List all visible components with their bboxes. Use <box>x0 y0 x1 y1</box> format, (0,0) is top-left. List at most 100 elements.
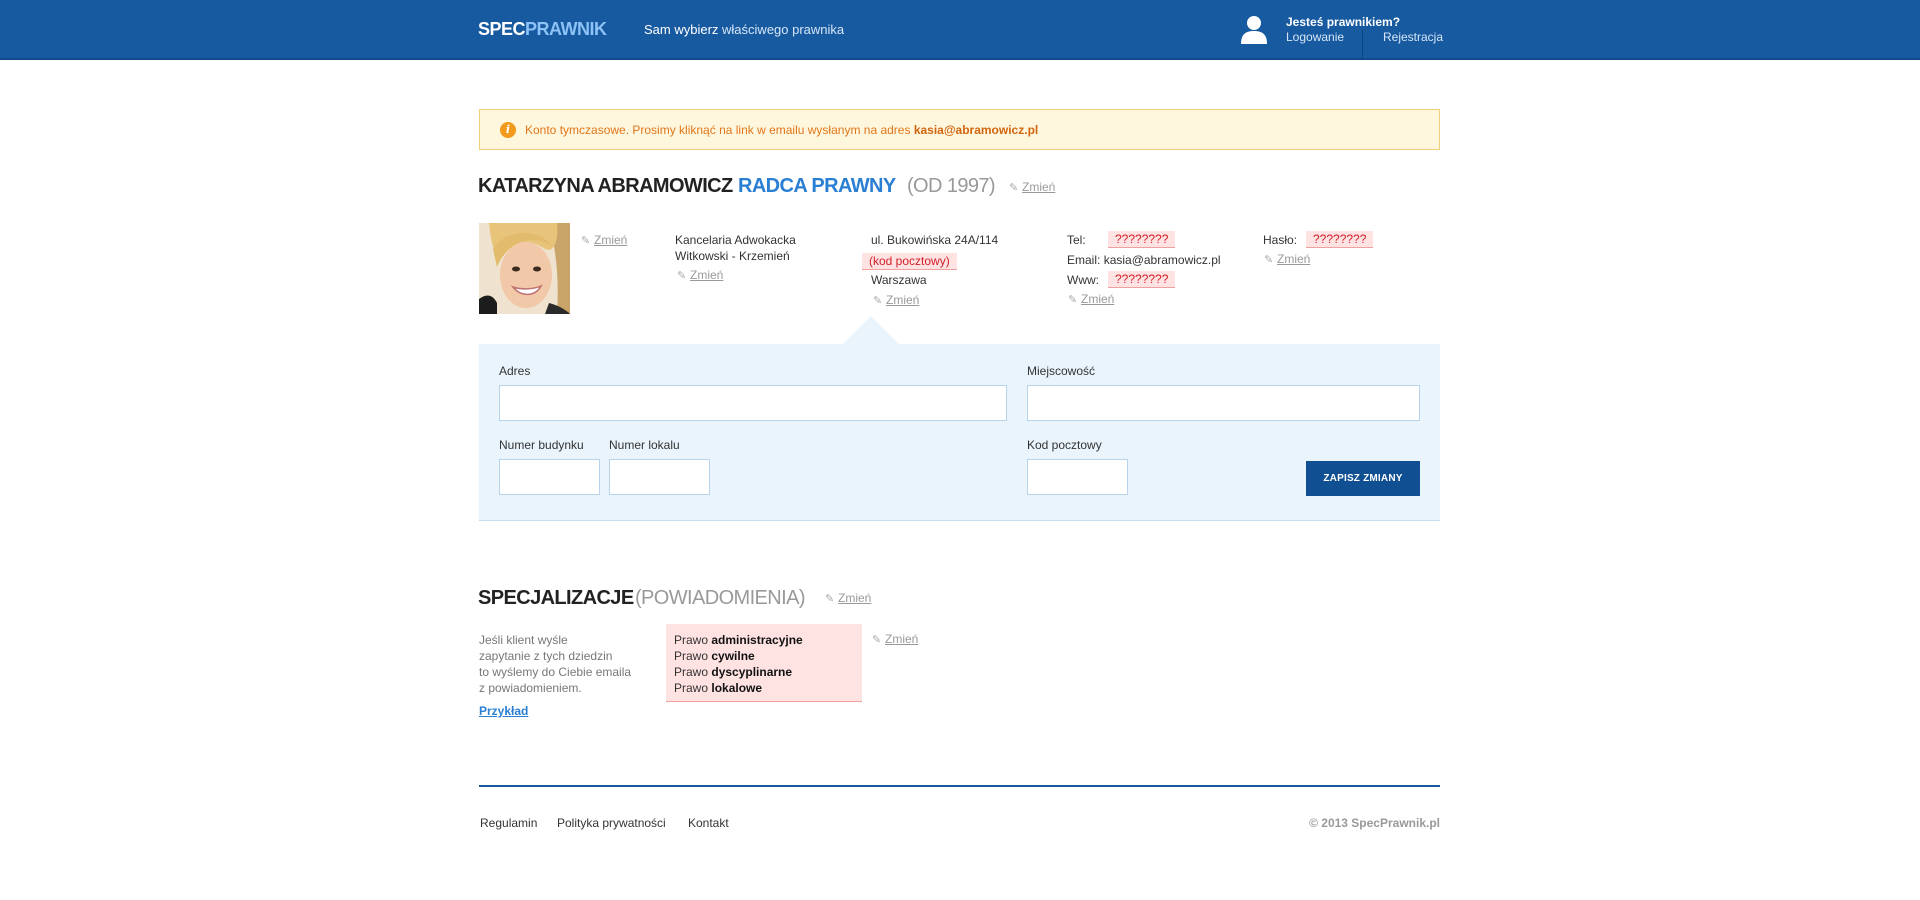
edit-specializations-link[interactable]: ✎ Zmień <box>872 632 918 646</box>
copyright: © 2013 SpecPrawnik.pl <box>1309 816 1440 830</box>
save-changes-button[interactable]: ZAPISZ ZMIANY <box>1306 461 1420 496</box>
unit-number-input[interactable] <box>609 459 710 495</box>
specializations-title: SPECJALIZACJE <box>478 587 634 609</box>
unit-number-label: Numer lokalu <box>609 438 680 452</box>
description-line-4: z powiadomieniem. <box>479 681 582 695</box>
logo-text-spec: SPEC <box>478 19 526 39</box>
contact-link[interactable]: Kontakt <box>688 816 729 830</box>
edit-profile-title-link[interactable]: ✎ Zmień <box>1009 180 1055 194</box>
list-item: Prawo cywilne <box>674 648 854 664</box>
logo[interactable]: SPECPRAWNIK <box>478 19 607 40</box>
street-address: ul. Bukowińska 24A/114 <box>871 233 999 247</box>
pencil-icon: ✎ <box>1068 294 1078 306</box>
alert-text: Konto tymczasowe. Prosimy kliknąć na lin… <box>525 123 914 137</box>
edit-label: Zmień <box>594 233 628 247</box>
address-label: Adres <box>499 364 531 378</box>
postal-code-label: Kod pocztowy <box>1027 438 1102 452</box>
tel-value: ???????? <box>1108 231 1176 248</box>
missing-www-badge: ???????? <box>1108 271 1176 288</box>
specialization-name: lokalowe <box>711 681 763 695</box>
office-line-2: Witkowski - Krzemień <box>675 249 790 263</box>
tagline: Sam wybierz właściwego prawnika <box>644 22 844 37</box>
postal-code-missing: (kod pocztowy) <box>862 253 957 270</box>
profile-role: RADCA PRAWNY <box>738 175 896 197</box>
terms-link[interactable]: Regulamin <box>480 816 537 830</box>
edit-label: Zmień <box>886 293 920 307</box>
edit-photo-link[interactable]: ✎ Zmień <box>581 233 627 247</box>
panel-pointer-arrow <box>843 316 899 344</box>
edit-address-link[interactable]: ✎ Zmień <box>873 293 919 307</box>
profile-name: KATARZYNA ABRAMOWICZ <box>478 175 733 197</box>
edit-contact-link[interactable]: ✎ Zmień <box>1068 292 1114 306</box>
profile-photo <box>479 223 570 314</box>
edit-label: Zmień <box>690 268 724 282</box>
pencil-icon: ✎ <box>825 593 835 605</box>
user-icon <box>1241 16 1267 44</box>
top-navigation-bar: SPECPRAWNIK Sam wybierz właściwego prawn… <box>0 0 1920 60</box>
privacy-policy-link[interactable]: Polityka prywatności <box>557 816 666 830</box>
pencil-icon: ✎ <box>1009 182 1019 194</box>
password-label: Hasło: <box>1263 233 1298 247</box>
pencil-icon: ✎ <box>677 270 687 282</box>
edit-label: Zmień <box>1081 292 1115 306</box>
logo-text-prawnik: PRAWNIK <box>525 19 607 39</box>
specializations-subtitle: (POWIADOMIENIA) <box>635 587 805 609</box>
footer-divider <box>479 785 1440 787</box>
law-prefix: Prawo <box>674 665 712 679</box>
specialization-name: administracyjne <box>711 633 803 647</box>
missing-postal-badge: (kod pocztowy) <box>862 253 957 270</box>
email-value: kasia@abramowicz.pl <box>1103 253 1221 267</box>
city: Warszawa <box>871 273 927 287</box>
address-edit-panel: Adres Miejscowość Numer budynku Numer lo… <box>479 344 1440 521</box>
alert-email: kasia@abramowicz.pl <box>913 123 1039 137</box>
tagline-bold: Sam wybierz <box>644 22 719 37</box>
office-name: Kancelaria Adwokacka Witkowski - Krzemie… <box>675 232 796 264</box>
temporary-account-alert: i Konto tymczasowe. Prosimy kliknąć na l… <box>479 109 1440 150</box>
list-item: Prawo dyscyplinarne <box>674 664 854 680</box>
edit-password-link[interactable]: ✎ Zmień <box>1264 252 1310 266</box>
law-prefix: Prawo <box>674 681 712 695</box>
list-item: Prawo administracyjne <box>674 632 854 648</box>
law-prefix: Prawo <box>674 633 712 647</box>
profile-since: (OD 1997) <box>907 175 996 197</box>
address-input[interactable] <box>499 385 1007 421</box>
portrait-image <box>479 223 570 314</box>
example-link[interactable]: Przykład <box>479 704 528 718</box>
specialization-name: dyscyplinarne <box>711 665 793 679</box>
specializations-list: Prawo administracyjne Prawo cywilne Praw… <box>666 624 862 702</box>
register-link[interactable]: Rejestracja <box>1383 30 1443 44</box>
pencil-icon: ✎ <box>581 235 591 247</box>
lawyer-question: Jesteś prawnikiem? <box>1286 15 1401 29</box>
edit-label: Zmień <box>1022 180 1056 194</box>
alert-message: Konto tymczasowe. Prosimy kliknąć na lin… <box>525 123 1038 137</box>
description-line-2: zapytanie z tych dziedzin <box>479 649 613 663</box>
postal-code-input[interactable] <box>1027 459 1128 495</box>
www-label: Www: <box>1067 273 1099 287</box>
description-line-1: Jeśli klient wyśle <box>479 633 568 647</box>
edit-label: Zmień <box>1277 252 1311 266</box>
header-divider <box>1362 30 1363 58</box>
info-icon: i <box>500 122 516 138</box>
building-number-input[interactable] <box>499 459 600 495</box>
description-line-3: to wyślemy do Ciebie emaila <box>479 665 632 679</box>
pencil-icon: ✎ <box>872 634 882 646</box>
building-number-label: Numer budynku <box>499 438 584 452</box>
email-label: Email: <box>1067 253 1101 267</box>
tel-label: Tel: <box>1067 233 1086 247</box>
www-value: ???????? <box>1108 271 1176 288</box>
login-link[interactable]: Logowanie <box>1286 30 1344 44</box>
edit-label: Zmień <box>885 632 919 646</box>
list-item: Prawo lokalowe <box>674 680 854 696</box>
tagline-rest: właściwego prawnika <box>718 22 845 37</box>
edit-label: Zmień <box>838 591 872 605</box>
city-input[interactable] <box>1027 385 1420 421</box>
email-row: Email: kasia@abramowicz.pl <box>1067 252 1221 268</box>
edit-office-link[interactable]: ✎ Zmień <box>677 268 723 282</box>
edit-specializations-title-link[interactable]: ✎ Zmień <box>825 591 871 605</box>
law-prefix: Prawo <box>674 649 712 663</box>
password-value: ???????? <box>1306 231 1374 248</box>
specializations-description: Jeśli klient wyśle zapytanie z tych dzie… <box>479 632 649 696</box>
missing-tel-badge: ???????? <box>1108 231 1176 248</box>
missing-password-badge: ???????? <box>1306 231 1374 248</box>
city-label: Miejscowość <box>1027 364 1096 378</box>
